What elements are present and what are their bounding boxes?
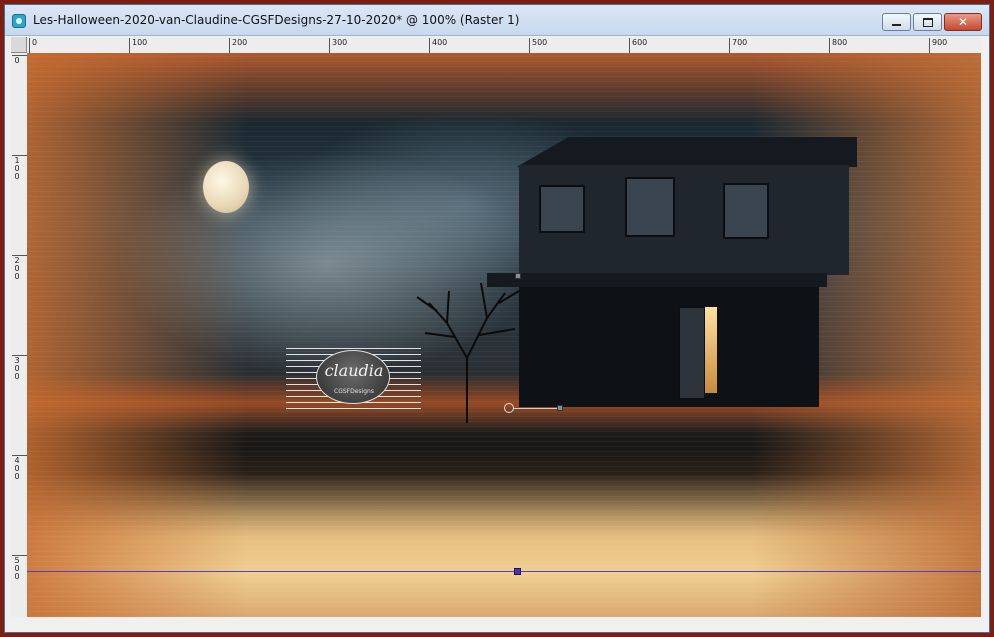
porch-roof (487, 273, 827, 287)
house-lower-floor (519, 287, 819, 407)
horizontal-ruler[interactable]: 0 100 200 300 400 500 600 700 800 900 (27, 37, 981, 54)
bare-tree (416, 282, 520, 423)
ruler-label: 1 0 0 (14, 156, 20, 181)
image-window: Les-Halloween-2020-van-Claudine-CGSFDesi… (4, 4, 990, 633)
ruler-label: 4 0 0 (14, 456, 20, 481)
door-light (705, 307, 717, 393)
image-canvas[interactable]: claudia CGSFDesigns (27, 53, 981, 617)
maximize-button[interactable] (913, 13, 942, 31)
haunted-house (487, 123, 857, 413)
ruler-tick (29, 38, 30, 53)
watermark-logo: claudia CGSFDesigns (286, 345, 421, 409)
ruler-label: 200 (232, 38, 248, 47)
minimize-icon (892, 24, 901, 26)
ruler-label: 600 (632, 38, 648, 47)
ruler-label: 5 0 0 (14, 556, 20, 581)
ruler-tick (129, 38, 130, 53)
logo-name: claudia (324, 361, 384, 380)
close-button[interactable]: ✕ (944, 13, 982, 31)
ruler-label: 100 (132, 38, 148, 47)
vertical-ruler[interactable]: 0 1 0 0 2 0 0 3 0 0 4 0 0 5 0 0 (11, 53, 28, 617)
ruler-tick (229, 38, 230, 53)
ruler-tick (729, 38, 730, 53)
halloween-scene: claudia CGSFDesigns (27, 53, 981, 617)
window-title: Les-Halloween-2020-van-Claudine-CGSFDesi… (33, 13, 520, 27)
ruler-label: 900 (932, 38, 948, 47)
minimize-button[interactable] (882, 13, 911, 31)
ruler-label: 400 (432, 38, 448, 47)
moon (203, 161, 249, 213)
house-roof (516, 137, 857, 167)
ruler-label: 800 (832, 38, 848, 47)
rotation-pivot-handle[interactable] (504, 403, 514, 413)
ruler-label: 0 (14, 56, 20, 65)
guide-handle[interactable] (514, 568, 521, 575)
house-door (679, 307, 705, 399)
house-window (723, 183, 769, 239)
house-upper-floor (519, 165, 849, 275)
ruler-label: 2 0 0 (14, 256, 20, 281)
horizontal-guide[interactable] (27, 571, 981, 572)
ruler-tick (529, 38, 530, 53)
title-bar[interactable]: Les-Halloween-2020-van-Claudine-CGSFDesi… (5, 5, 989, 36)
ruler-tick (929, 38, 930, 53)
ruler-label: 500 (532, 38, 548, 47)
close-icon: ✕ (957, 15, 969, 29)
rotation-line (514, 408, 558, 409)
house-window (539, 185, 585, 233)
ruler-label: 700 (732, 38, 748, 47)
ruler-tick (829, 38, 830, 53)
rotation-handle[interactable] (557, 405, 563, 411)
house-window (625, 177, 675, 237)
ruler-corner (11, 37, 27, 53)
ruler-tick (329, 38, 330, 53)
ruler-label: 300 (332, 38, 348, 47)
ruler-label: 3 0 0 (14, 356, 20, 381)
ruler-label: 0 (32, 38, 38, 47)
ruler-tick (629, 38, 630, 53)
maximize-icon (922, 17, 933, 27)
logo-subtitle: CGSFDesigns (334, 388, 374, 395)
transform-handle[interactable] (515, 273, 521, 279)
logo-badge: claudia CGSFDesigns (316, 350, 390, 404)
ruler-tick (429, 38, 430, 53)
app-icon[interactable] (12, 14, 26, 28)
